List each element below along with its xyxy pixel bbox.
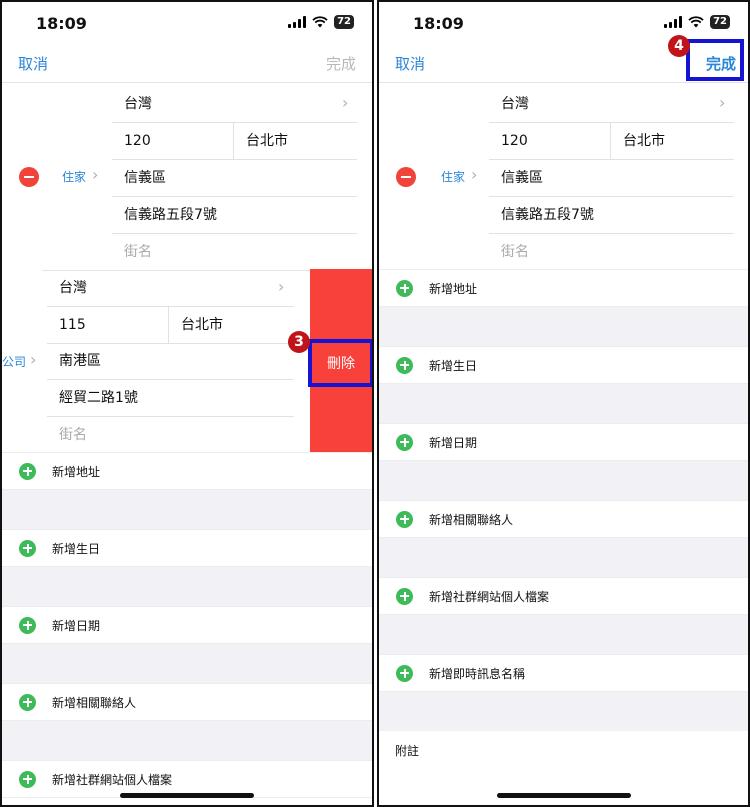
step-badge: 3 [288, 331, 310, 353]
city-field[interactable]: 台北市 [169, 307, 294, 344]
street-field[interactable]: 信義路五段7號 [489, 197, 734, 234]
street-placeholder-field[interactable]: 街名 [112, 234, 357, 271]
plus-icon [19, 616, 36, 634]
done-button-highlight [686, 39, 744, 81]
add-address-row[interactable]: 新增地址 [2, 452, 372, 490]
status-icons: 72 [288, 15, 354, 29]
section-gap [2, 644, 372, 683]
right-phone-screen: 18:09 72 取消 完成 4 住家 › 台灣 › 120 台北市 信義區 信… [377, 0, 750, 807]
add-related-contact-row[interactable]: 新增相關聯絡人 [379, 500, 748, 538]
battery-icon: 72 [710, 15, 730, 29]
plus-icon [396, 510, 413, 528]
remove-home-address-button[interactable] [396, 167, 416, 187]
street-field[interactable]: 信義路五段7號 [112, 197, 357, 234]
notes-label[interactable]: 附註 [395, 742, 419, 759]
postal-code-field[interactable]: 115 [47, 307, 169, 344]
remove-home-address-button[interactable] [19, 167, 39, 187]
add-row-label: 新增日期 [429, 435, 478, 450]
district-field[interactable]: 信義區 [489, 160, 734, 197]
chevron-right-icon: › [30, 350, 37, 369]
nav-divider [2, 82, 372, 83]
street-placeholder-field[interactable]: 街名 [47, 417, 294, 454]
street-field[interactable]: 經貿二路1號 [47, 380, 294, 417]
section-gap [379, 538, 748, 577]
cancel-button[interactable]: 取消 [18, 53, 48, 74]
plus-icon [396, 356, 413, 374]
delete-button[interactable]: 刪除 [308, 339, 372, 387]
chevron-right-icon: › [471, 165, 478, 184]
add-row-label: 新增生日 [429, 358, 478, 373]
plus-icon [396, 664, 413, 682]
section-gap [379, 692, 748, 731]
add-instant-message-row[interactable]: 新增即時訊息名稱 [379, 654, 748, 692]
add-row-label: 新增社群網站個人檔案 [429, 589, 550, 604]
plus-icon [19, 693, 36, 711]
home-indicator[interactable] [496, 793, 631, 798]
plus-icon [19, 462, 36, 480]
add-birthday-row[interactable]: 新增生日 [379, 346, 748, 384]
plus-icon [396, 587, 413, 605]
wifi-icon [312, 16, 328, 28]
add-date-row[interactable]: 新增日期 [2, 606, 372, 644]
work-address-label[interactable]: 公司 [2, 353, 26, 370]
done-button[interactable]: 完成 [326, 53, 356, 74]
section-gap [2, 490, 372, 529]
chevron-right-icon: › [719, 93, 726, 112]
plus-icon [396, 433, 413, 451]
add-related-contact-row[interactable]: 新增相關聯絡人 [2, 683, 372, 721]
city-field[interactable]: 台北市 [611, 123, 734, 160]
wifi-icon [688, 16, 704, 28]
postal-code-field[interactable]: 120 [112, 123, 234, 160]
chevron-right-icon: › [278, 277, 285, 296]
add-date-row[interactable]: 新增日期 [379, 423, 748, 461]
home-address-label[interactable]: 住家 [62, 168, 86, 185]
add-row-label: 新增社群網站個人檔案 [52, 772, 173, 787]
home-address-label[interactable]: 住家 [441, 168, 465, 185]
add-social-profile-row[interactable]: 新增社群網站個人檔案 [379, 577, 748, 615]
cellular-signal-icon [288, 16, 307, 28]
battery-icon: 72 [334, 15, 354, 29]
district-field[interactable]: 南港區 [47, 343, 294, 380]
step-badge: 4 [668, 35, 690, 57]
cellular-signal-icon [664, 16, 683, 28]
left-phone-screen: 18:09 72 取消 完成 住家 › 台灣 › 120 台北市 信義區 信義路… [0, 0, 374, 807]
city-field[interactable]: 台北市 [234, 123, 357, 160]
nav-divider [379, 82, 748, 83]
add-row-label: 新增即時訊息名稱 [429, 666, 526, 681]
add-address-row[interactable]: 新增地址 [379, 269, 748, 307]
plus-icon [19, 539, 36, 557]
district-field[interactable]: 信義區 [112, 160, 357, 197]
add-row-label: 新增生日 [52, 541, 101, 556]
chevron-right-icon: › [342, 93, 349, 112]
country-field[interactable]: 台灣 [112, 86, 357, 123]
status-icons: 72 [664, 15, 730, 29]
plus-icon [396, 279, 413, 297]
status-time: 18:09 [413, 14, 464, 33]
cancel-button[interactable]: 取消 [395, 53, 425, 74]
section-gap [379, 384, 748, 423]
postal-code-field[interactable]: 120 [489, 123, 611, 160]
chevron-right-icon: › [92, 165, 99, 184]
add-birthday-row[interactable]: 新增生日 [2, 529, 372, 567]
section-gap [379, 615, 748, 654]
add-row-label: 新增日期 [52, 618, 101, 633]
add-row-label: 新增相關聯絡人 [52, 695, 137, 710]
section-gap [379, 307, 748, 346]
add-row-label: 新增地址 [429, 281, 478, 296]
add-row-label: 新增相關聯絡人 [429, 512, 514, 527]
section-gap [2, 567, 372, 606]
status-time: 18:09 [36, 14, 87, 33]
country-field[interactable]: 台灣 [489, 86, 734, 123]
plus-icon [19, 770, 36, 788]
street-placeholder-field[interactable]: 街名 [489, 234, 734, 271]
add-row-label: 新增地址 [52, 464, 101, 479]
country-field[interactable]: 台灣 [47, 270, 294, 307]
home-indicator[interactable] [120, 793, 254, 798]
section-gap [379, 461, 748, 500]
section-gap [2, 721, 372, 760]
